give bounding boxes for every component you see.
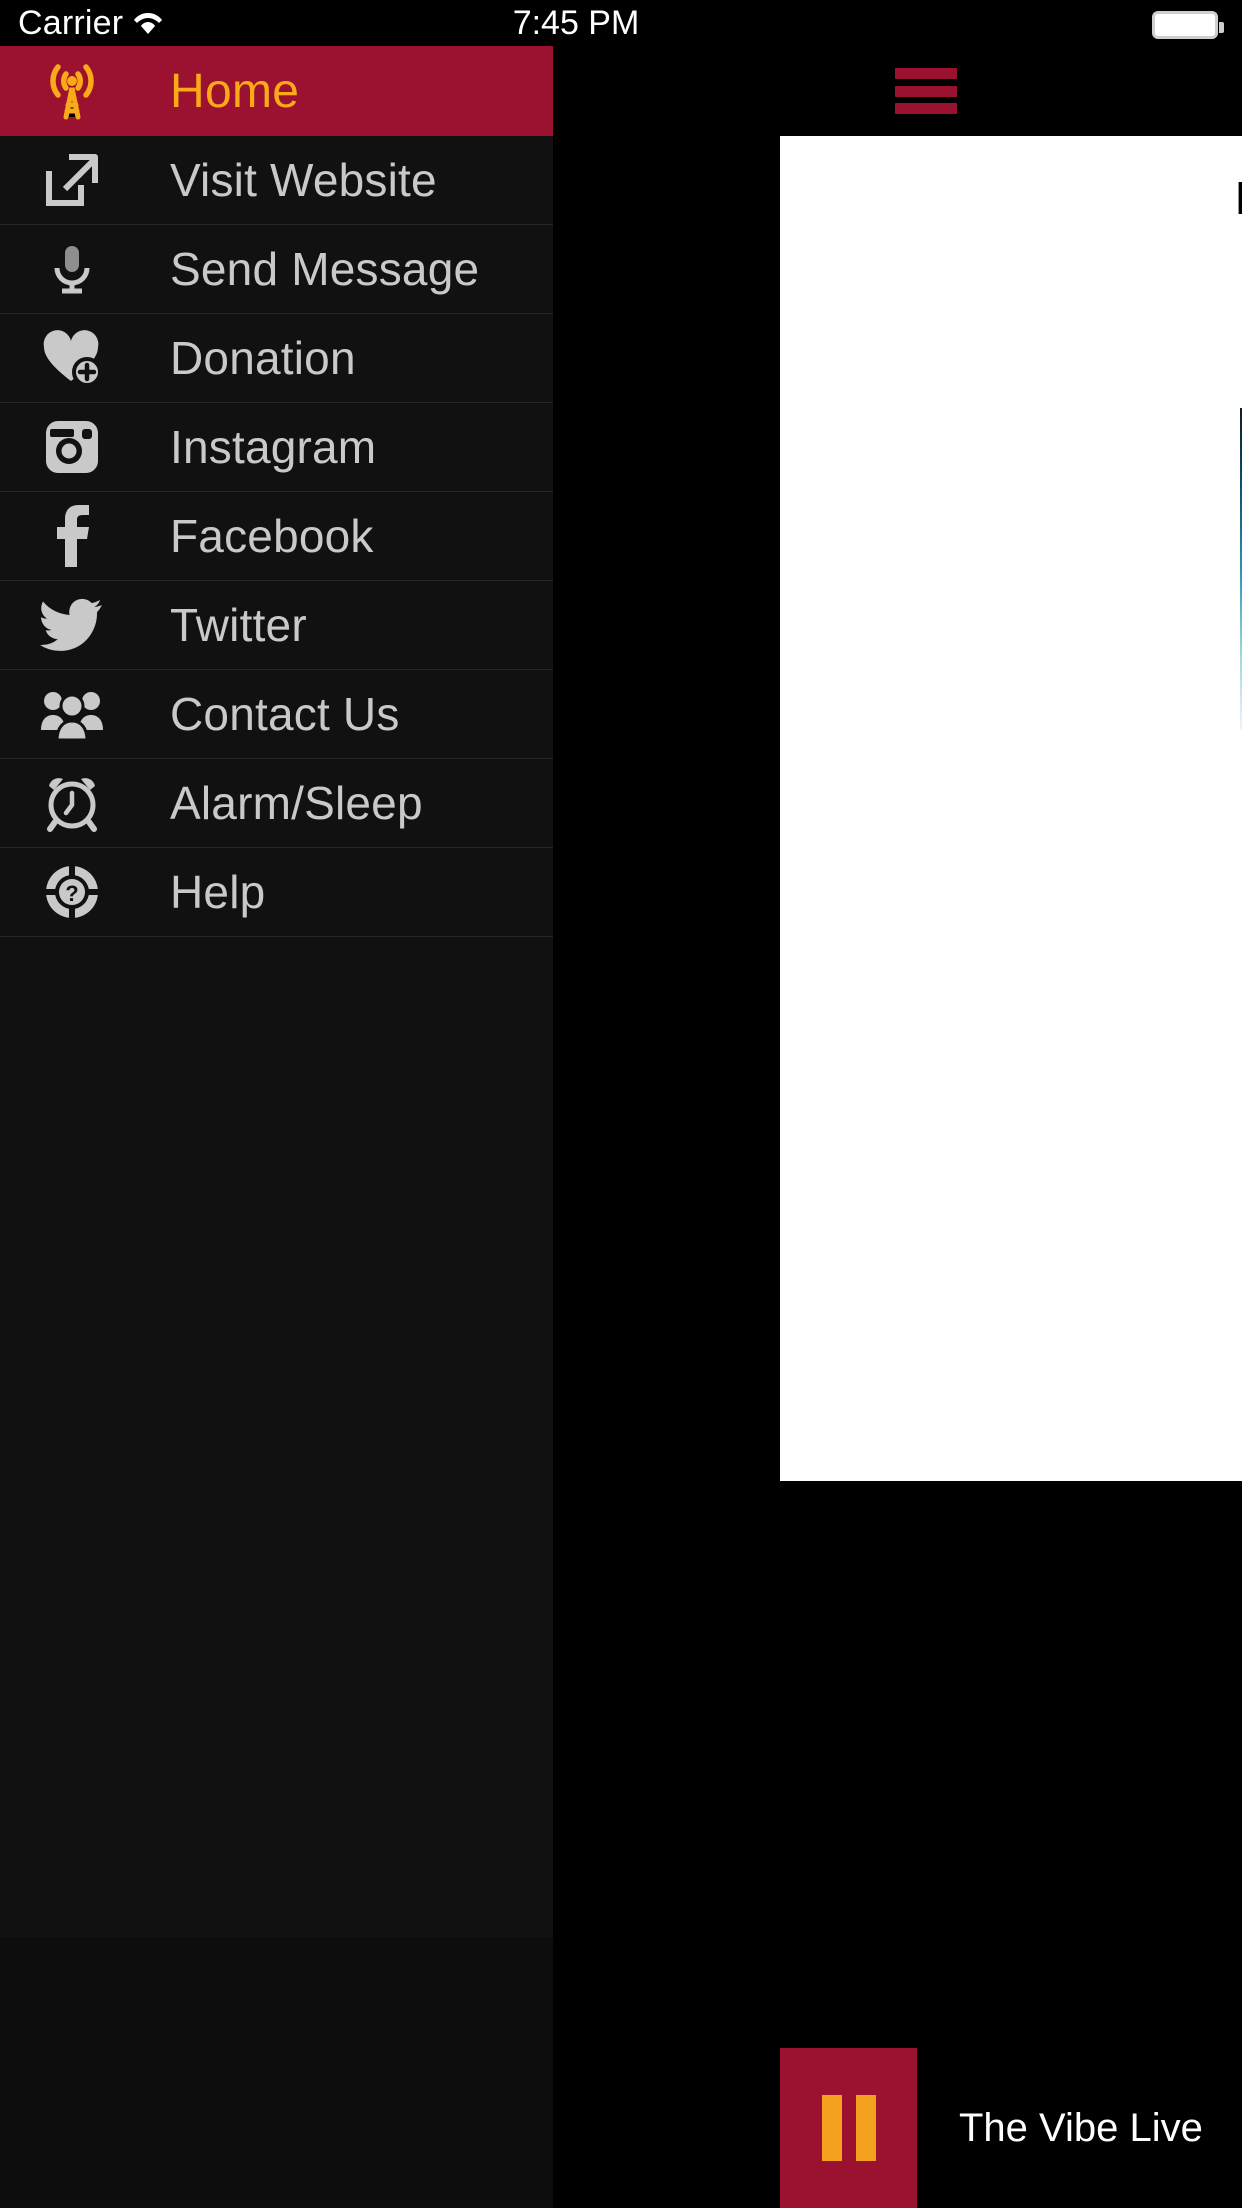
sidebar-item-label: Contact Us <box>170 688 400 740</box>
sidebar-item-home-label: Home <box>170 64 300 118</box>
bottom-player-bar: The Vibe Live <box>780 2048 1242 2208</box>
svg-text:?: ? <box>65 881 78 906</box>
sidebar-item-help[interactable]: ? Help <box>0 848 553 937</box>
status-bar-time: 7:45 PM <box>512 3 640 42</box>
hamburger-menu-icon[interactable] <box>895 68 957 114</box>
sidebar-item-facebook[interactable]: Facebook <box>0 492 553 581</box>
alarm-clock-icon <box>30 772 114 834</box>
app-top-bar <box>780 46 1242 136</box>
sidebar-item-visit-website[interactable]: Visit Website <box>0 136 553 225</box>
facebook-icon <box>30 505 114 567</box>
sidebar-item-donation[interactable]: Donation <box>0 314 553 403</box>
now-playing-heading: NOW PLAYING <box>780 136 1242 225</box>
app-screen: NOW PLAYING CHAMILLIONAIRE CHOPPED TURNE… <box>0 0 1242 2208</box>
sidebar-item-send-message[interactable]: Send Message <box>0 225 553 314</box>
people-group-icon <box>30 686 114 742</box>
sidebar-item-twitter[interactable]: Twitter <box>0 581 553 670</box>
sidebar-item-contact-us[interactable]: Contact Us <box>0 670 553 759</box>
battery-full-icon <box>1152 11 1224 39</box>
sidebar-item-label: Help <box>170 866 266 918</box>
album-art-caption: Various Artists <box>780 768 1242 802</box>
radio-tower-icon <box>30 55 114 127</box>
status-bar: Carrier 7:45 PM <box>0 0 1242 46</box>
microphone-icon <box>30 240 114 298</box>
main-content-panel: NOW PLAYING CHAMILLIONAIRE CHOPPED TURNE… <box>553 46 1242 2208</box>
sidebar-item-home[interactable]: Home <box>0 46 553 136</box>
sidebar-item-label: Send Message <box>170 243 480 295</box>
player-now-playing-text: The Vibe Live <box>959 2105 1203 2150</box>
pause-icon[interactable] <box>780 2048 917 2208</box>
heart-plus-icon <box>30 329 114 387</box>
station-name: CHAMILLIONAIRE <box>780 225 1242 319</box>
sidebar-item-label: Instagram <box>170 421 377 473</box>
sidebar-item-alarm-sleep[interactable]: Alarm/Sleep <box>0 759 553 848</box>
sidebar-item-instagram[interactable]: Instagram <box>0 403 553 492</box>
drawer-empty-space <box>0 937 553 1937</box>
sidebar-item-label: Twitter <box>170 599 307 651</box>
life-ring-question-icon: ? <box>30 862 114 922</box>
now-playing-card: NOW PLAYING CHAMILLIONAIRE CHOPPED TURNE… <box>780 136 1242 1481</box>
twitter-bird-icon <box>30 597 114 653</box>
album-art-container: CHOPPED TURNED <box>780 408 1242 730</box>
sidebar-item-label: Donation <box>170 332 356 384</box>
sidebar-item-label: Facebook <box>170 510 374 562</box>
navigation-drawer: Home Visit Website Send Message Donation… <box>0 46 553 2208</box>
instagram-icon <box>30 417 114 477</box>
sidebar-item-label: Alarm/Sleep <box>170 777 423 829</box>
external-link-icon <box>30 149 114 211</box>
sidebar-item-label: Visit Website <box>170 154 437 206</box>
